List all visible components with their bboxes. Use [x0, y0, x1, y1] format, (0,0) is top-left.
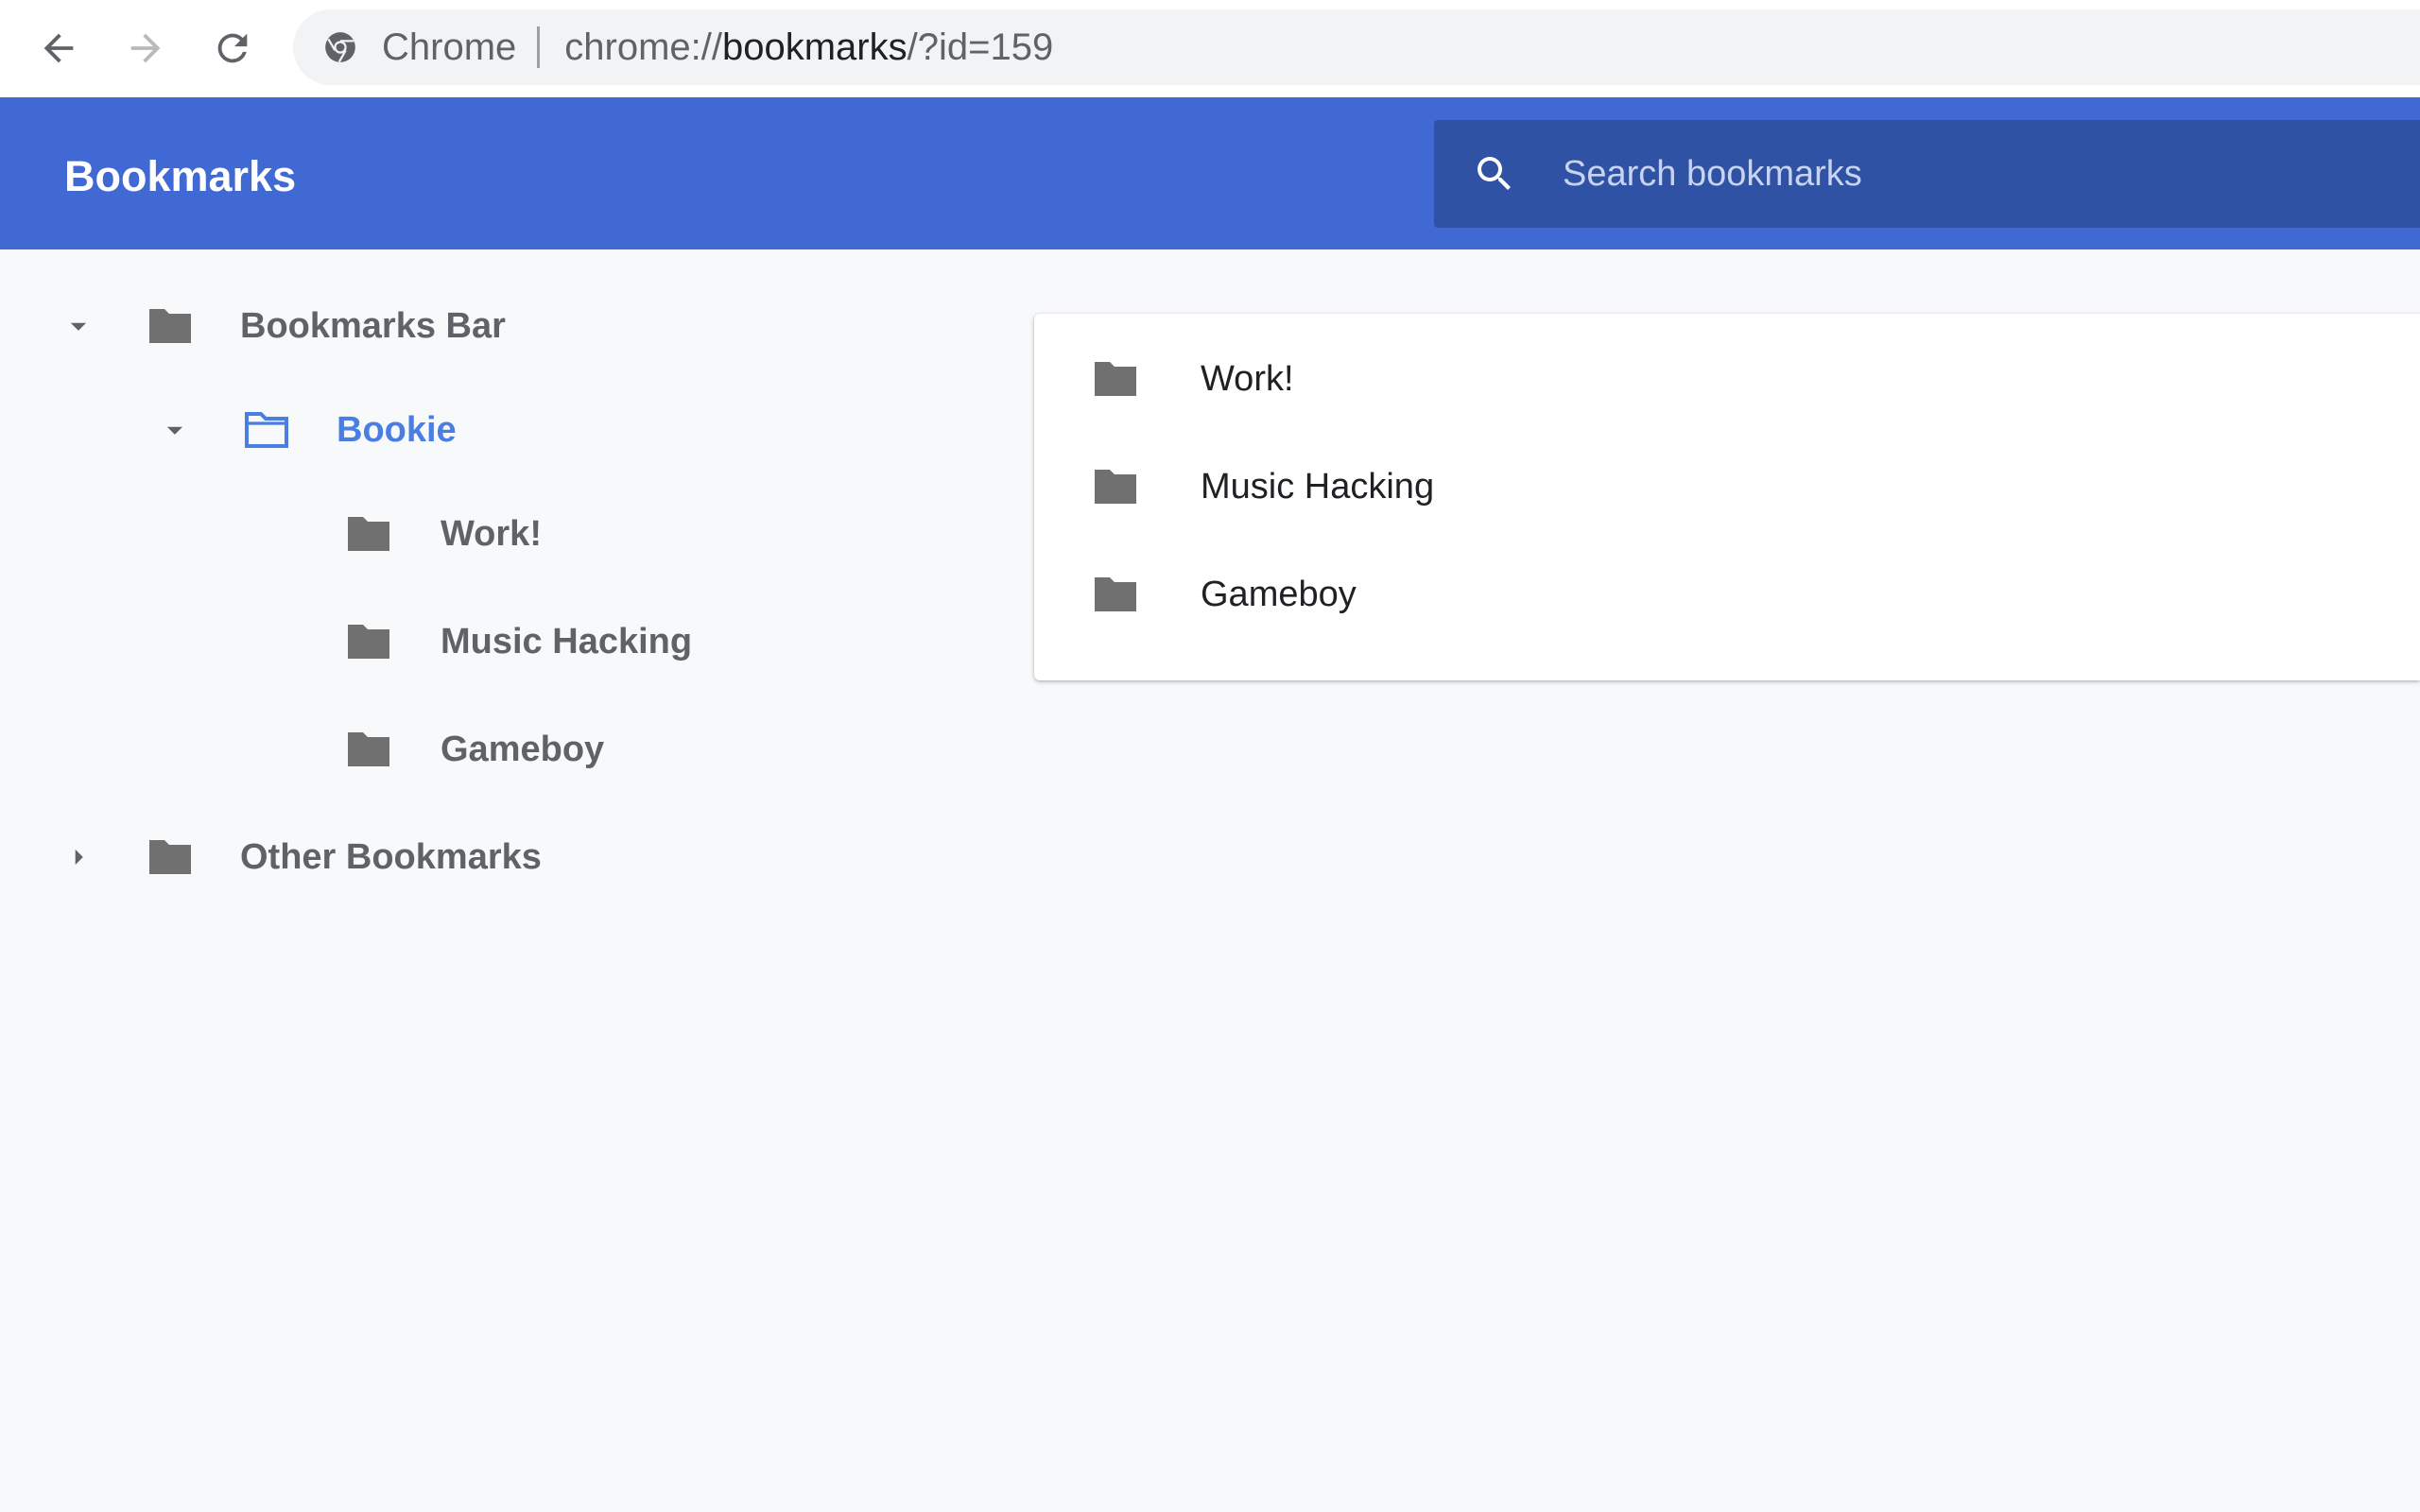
url-host: bookmarks	[721, 26, 908, 68]
folder-icon	[1091, 466, 1140, 507]
forward-button[interactable]	[112, 17, 180, 79]
bookmark-list: Work! Music Hacking Gameboy	[1034, 314, 2420, 680]
chrome-logo-icon	[321, 28, 359, 66]
folder-icon	[146, 836, 195, 878]
url-text: chrome://bookmarks/?id=159	[564, 26, 1053, 69]
back-arrow-icon	[43, 33, 74, 63]
tree-item-label: Bookie	[337, 409, 457, 450]
collapse-arrow-icon[interactable]	[55, 302, 102, 350]
folder-icon	[146, 305, 195, 347]
browser-toolbar: Chrome chrome://bookmarks/?id=159	[0, 0, 2420, 97]
tree-item-other-bookmarks[interactable]: Other Bookmarks	[55, 812, 542, 902]
tree-item-work[interactable]: Work!	[344, 489, 542, 579]
expand-arrow-icon[interactable]	[55, 833, 102, 881]
tree-item-music-hacking[interactable]: Music Hacking	[344, 596, 692, 687]
folder-icon	[344, 621, 393, 662]
site-label: Chrome	[382, 26, 517, 68]
forward-arrow-icon	[130, 33, 161, 63]
folder-tree: Bookmarks Bar Bookie Work! Music Hacking…	[0, 249, 1002, 1512]
folder-icon	[1091, 358, 1140, 400]
folder-icon	[344, 729, 393, 770]
tree-item-label: Music Hacking	[441, 621, 693, 662]
url-scheme: chrome://	[564, 26, 722, 68]
search-icon	[1470, 149, 1519, 198]
tree-item-label: Gameboy	[441, 729, 605, 769]
tree-item-gameboy[interactable]: Gameboy	[344, 704, 604, 795]
list-item-music-hacking[interactable]: Music Hacking	[1034, 433, 2420, 541]
folder-icon	[344, 513, 393, 555]
list-item-label: Gameboy	[1201, 574, 1357, 614]
search-box[interactable]	[1434, 120, 2420, 228]
tree-item-label: Other Bookmarks	[240, 836, 542, 877]
list-item-label: Work!	[1201, 358, 1294, 399]
folder-icon	[1091, 574, 1140, 615]
reload-icon	[217, 33, 248, 63]
list-item-work[interactable]: Work!	[1034, 325, 2420, 433]
tree-item-label: Bookmarks Bar	[240, 305, 506, 346]
collapse-arrow-icon[interactable]	[151, 406, 199, 454]
tree-item-bookie[interactable]: Bookie	[151, 385, 457, 475]
url-path: /?id=159	[907, 26, 1054, 68]
page-title: Bookmarks	[64, 152, 297, 200]
open-folder-icon	[242, 409, 291, 451]
bookmarks-header: Bookmarks	[0, 97, 2420, 249]
list-item-gameboy[interactable]: Gameboy	[1034, 541, 2420, 648]
back-button[interactable]	[25, 17, 93, 79]
search-input[interactable]	[1561, 141, 2420, 207]
list-item-label: Music Hacking	[1201, 466, 1435, 507]
tree-item-bookmarks-bar[interactable]: Bookmarks Bar	[55, 281, 506, 371]
tree-item-label: Work!	[441, 513, 542, 554]
reload-button[interactable]	[199, 17, 267, 79]
address-bar[interactable]: Chrome chrome://bookmarks/?id=159	[293, 9, 2420, 85]
omnibox-divider	[537, 26, 541, 68]
